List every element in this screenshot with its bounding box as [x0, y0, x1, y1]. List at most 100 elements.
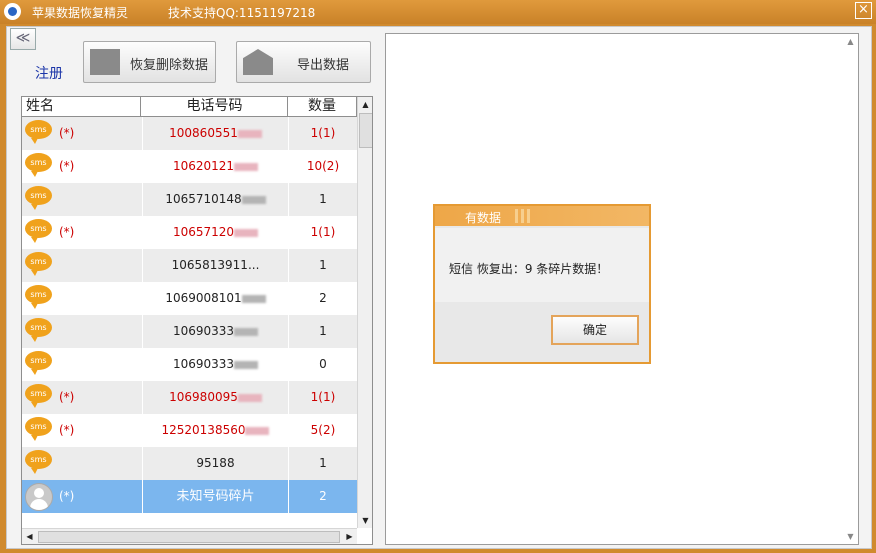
vertical-scrollbar[interactable]: ▲ ▼	[357, 97, 372, 528]
name-cell: sms (*)	[22, 117, 141, 150]
recovered-mark: (*)	[59, 126, 75, 140]
masked-digits	[234, 360, 259, 369]
table-row[interactable]: sms 10690333 1	[22, 315, 357, 348]
sms-icon: sms	[25, 384, 52, 408]
table-row[interactable]: sms (*) 10620121 10(2)	[22, 150, 357, 183]
dialog-message: 短信 恢复出：9 条碎片数据！	[449, 262, 609, 276]
content-scroll-up-icon[interactable]: ▲	[843, 34, 858, 49]
sms-icon: sms	[25, 351, 52, 375]
recover-deleted-label: 恢复删除数据	[130, 58, 209, 73]
phone-number: 10620121	[172, 159, 235, 173]
header-phone[interactable]: 电话号码	[142, 97, 288, 116]
recovered-mark: (*)	[59, 159, 75, 173]
masked-digits	[234, 228, 259, 237]
title-bar: 苹果数据恢复精灵 技术支持QQ:1151197218 ×	[0, 0, 876, 24]
result-dialog: 有数据 短信 恢复出：9 条碎片数据！ 确定	[433, 204, 651, 364]
sms-icon: sms	[25, 318, 52, 342]
count-cell: 5(2)	[288, 414, 357, 447]
name-cell: sms (*)	[22, 150, 141, 183]
recovered-mark: (*)	[59, 390, 75, 404]
masked-digits	[241, 294, 266, 303]
vertical-scroll-thumb[interactable]	[359, 113, 372, 148]
dialog-title-bar: 有数据	[435, 206, 649, 226]
count-cell: 10(2)	[288, 150, 357, 183]
table-row[interactable]: sms (*) 12520138560 5(2)	[22, 414, 357, 447]
content-scrollbar[interactable]: ▲ ▼	[843, 34, 858, 544]
phone-cell: 1065813911...	[142, 249, 288, 282]
name-cell: sms	[22, 315, 141, 348]
support-info: 技术支持QQ:1151197218	[168, 6, 316, 20]
app-title: 苹果数据恢复精灵	[32, 6, 129, 20]
table-row[interactable]: sms (*) 10657120 1(1)	[22, 216, 357, 249]
sms-icon: sms	[25, 450, 52, 474]
count-cell: 1	[288, 315, 357, 348]
name-cell: sms	[22, 447, 141, 480]
header-name[interactable]: 姓名	[22, 97, 141, 116]
recovered-mark: (*)	[59, 489, 75, 503]
masked-digits	[234, 327, 259, 336]
scroll-left-icon[interactable]: ◀	[22, 529, 37, 544]
count-cell: 2	[288, 480, 357, 513]
phone-cell: 10690333	[142, 315, 288, 348]
content-scroll-down-icon[interactable]: ▼	[843, 529, 858, 544]
scroll-right-icon[interactable]: ▶	[342, 529, 357, 544]
recovered-mark: (*)	[59, 225, 75, 239]
phone-number: 10690333	[172, 324, 235, 338]
phone-number: 1065710148	[165, 192, 242, 206]
table-row[interactable]: sms (*) 106980095 1(1)	[22, 381, 357, 414]
phone-number: 1069008101	[165, 291, 242, 305]
phone-cell: 100860551	[142, 117, 288, 150]
table-row[interactable]: sms 10690333 0	[22, 348, 357, 381]
sms-icon: sms	[25, 285, 52, 309]
masked-digits	[234, 162, 259, 171]
count-cell: 1(1)	[288, 381, 357, 414]
scroll-down-icon[interactable]: ▼	[358, 513, 372, 528]
export-data-button[interactable]: 导出数据	[236, 41, 371, 83]
name-cell: (*)	[22, 480, 141, 513]
recover-deleted-button[interactable]: 恢复删除数据	[83, 41, 216, 83]
close-button[interactable]: ×	[855, 2, 872, 19]
phone-cell: 10690333	[142, 348, 288, 381]
sms-icon: sms	[25, 252, 52, 276]
horizontal-scrollbar[interactable]: ◀ ▶	[22, 528, 357, 544]
recover-icon	[90, 49, 120, 75]
phone-cell: 1069008101	[142, 282, 288, 315]
recovered-mark: (*)	[59, 423, 75, 437]
scroll-up-icon[interactable]: ▲	[358, 97, 372, 112]
ok-button[interactable]: 确定	[551, 315, 639, 345]
name-cell: sms	[22, 249, 141, 282]
list-rows: sms (*) 100860551 1(1) sms (*) 10620121 10(2) sm…	[22, 117, 357, 513]
count-cell: 1(1)	[288, 117, 357, 150]
count-cell: 1	[288, 183, 357, 216]
phone-number: 106980095	[169, 390, 238, 404]
table-row[interactable]: sms (*) 100860551 1(1)	[22, 117, 357, 150]
sms-icon: sms	[25, 417, 52, 441]
table-row[interactable]: sms 1069008101 2	[22, 282, 357, 315]
phone-number: 12520138560	[161, 423, 246, 437]
phone-cell: 未知号码碎片	[142, 480, 288, 513]
list-header: 姓名 电话号码 数量	[22, 97, 357, 117]
dialog-body: 短信 恢复出：9 条碎片数据！	[435, 228, 649, 302]
count-cell: 0	[288, 348, 357, 381]
sms-icon: sms	[25, 219, 52, 243]
sms-icon: sms	[25, 153, 52, 177]
collapse-button[interactable]: ≪	[10, 28, 36, 50]
unknown-contact-icon	[25, 483, 53, 511]
name-cell: sms	[22, 348, 141, 381]
masked-digits	[241, 195, 266, 204]
table-row[interactable]: sms 95188 1	[22, 447, 357, 480]
horizontal-scroll-thumb[interactable]	[38, 531, 340, 543]
table-row[interactable]: sms 1065813911... 1	[22, 249, 357, 282]
message-list[interactable]: 姓名 电话号码 数量 sms (*) 100860551 1(1) sms (*) 1062…	[21, 96, 373, 545]
main-window: ≪ 注册 恢复删除数据 导出数据 姓名 电话号码 数量 sms (*) 100860…	[6, 26, 872, 549]
phone-cell: 10657120	[142, 216, 288, 249]
register-link[interactable]: 注册	[35, 63, 63, 83]
phone-number: 10690333	[172, 357, 235, 371]
name-cell: sms (*)	[22, 381, 141, 414]
export-icon	[243, 49, 273, 75]
table-row[interactable]: sms 1065710148 1	[22, 183, 357, 216]
table-row-selected[interactable]: (*) 未知号码碎片 2	[22, 480, 357, 513]
name-cell: sms (*)	[22, 414, 141, 447]
phone-number: 95188	[196, 456, 235, 470]
header-count[interactable]: 数量	[288, 97, 357, 116]
